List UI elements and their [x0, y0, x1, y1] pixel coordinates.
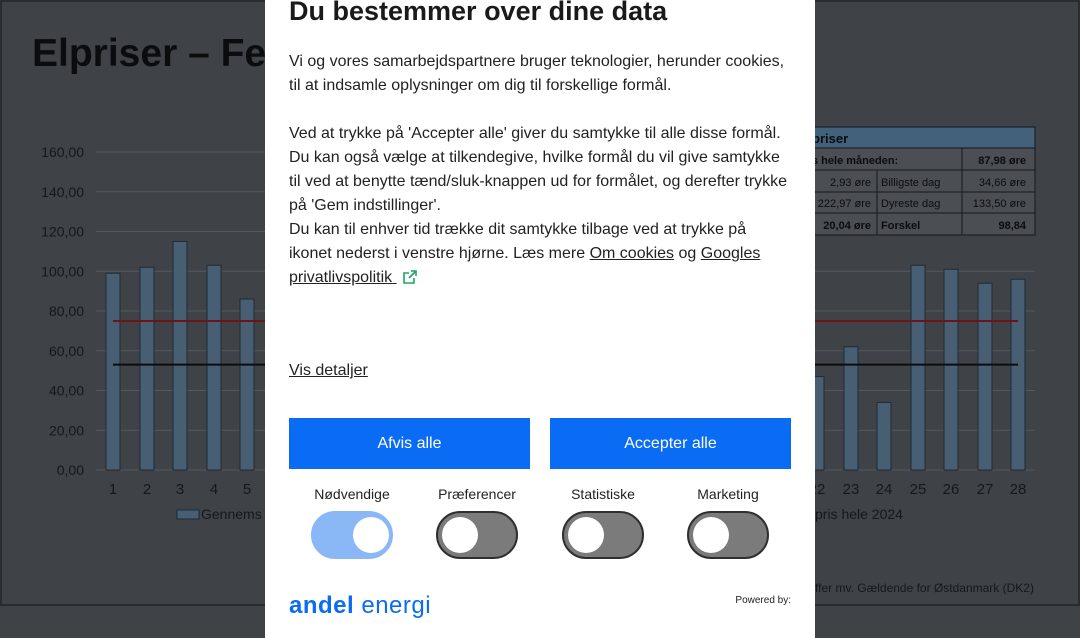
necessary-toggle-switch[interactable] — [311, 511, 393, 559]
consent-paragraph: Du kan til enhver tid trække dit samtykk… — [289, 218, 789, 292]
reject-all-button[interactable]: Afvis alle — [289, 418, 530, 469]
cookie-consent-dialog: Du bestemmer over dine data Vi og vores … — [265, 0, 815, 638]
toggle-necessary: Nødvendige — [289, 486, 415, 564]
toggle-knob — [442, 517, 478, 553]
toggle-marketing: Marketing — [665, 486, 791, 564]
toggle-knob — [693, 517, 729, 553]
preferences-toggle-switch[interactable] — [436, 511, 518, 559]
toggle-knob — [568, 517, 604, 553]
consent-paragraph: Vi og vores samarbejdspartnere bruger te… — [289, 53, 785, 94]
accept-all-button[interactable]: Accepter alle — [550, 418, 791, 469]
toggle-label: Nødvendige — [314, 486, 390, 502]
brand-logo: andel energi — [289, 592, 432, 619]
show-details-link[interactable]: Vis detaljer — [289, 362, 368, 380]
about-cookies-link[interactable]: Om cookies — [590, 245, 674, 262]
toggle-label: Marketing — [697, 486, 759, 502]
dialog-body: Vi og vores samarbejdspartnere bruger te… — [289, 50, 789, 292]
external-link-icon — [402, 268, 417, 292]
toggle-label: Præferencer — [438, 486, 516, 502]
dialog-title: Du bestemmer over dine data — [289, 0, 668, 26]
toggle-label: Statistiske — [571, 486, 635, 502]
marketing-toggle-switch[interactable] — [687, 511, 769, 559]
toggle-preferences: Præferencer — [414, 486, 540, 564]
toggle-knob — [353, 517, 389, 553]
consent-paragraph: Ved at trykke på 'Accepter alle' giver d… — [289, 125, 788, 214]
powered-by-label: Powered by: — [735, 595, 791, 606]
statistics-toggle-switch[interactable] — [562, 511, 644, 559]
toggle-statistics: Statistiske — [540, 486, 666, 564]
